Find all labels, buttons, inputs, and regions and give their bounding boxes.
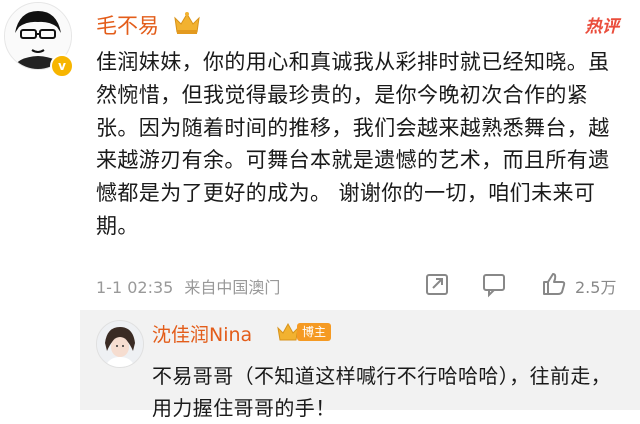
crown-icon — [174, 12, 200, 34]
reply-username[interactable]: 沈佳润Nina — [152, 320, 252, 347]
comment-text: 佳润妹妹，你的用心和真诚我从彩排时就已经知晓。虽然惋惜，但我觉得最珍贵的，是你今… — [96, 50, 610, 238]
hot-comment-tag: 热评 — [585, 17, 619, 37]
comment-username[interactable]: 毛不易 — [96, 10, 159, 40]
comment-meta: 1-1 02:35 来自中国澳门 — [96, 274, 280, 298]
author-badge: 博主 — [297, 323, 332, 341]
comment-source: 来自中国澳门 — [184, 278, 281, 297]
comment-icon[interactable] — [480, 270, 508, 298]
share-icon[interactable] — [423, 270, 451, 298]
reply-avatar[interactable] — [96, 320, 144, 368]
like-count: 2.5万 — [575, 278, 617, 297]
verified-badge-icon: v — [50, 54, 74, 78]
comment-time: 1-1 02:35 — [96, 278, 174, 297]
reply-text: 不易哥哥（不知道这样喊行不行哈哈哈），往前走，用力握住哥哥的手！ — [152, 364, 612, 420]
like-icon[interactable] — [540, 270, 568, 298]
